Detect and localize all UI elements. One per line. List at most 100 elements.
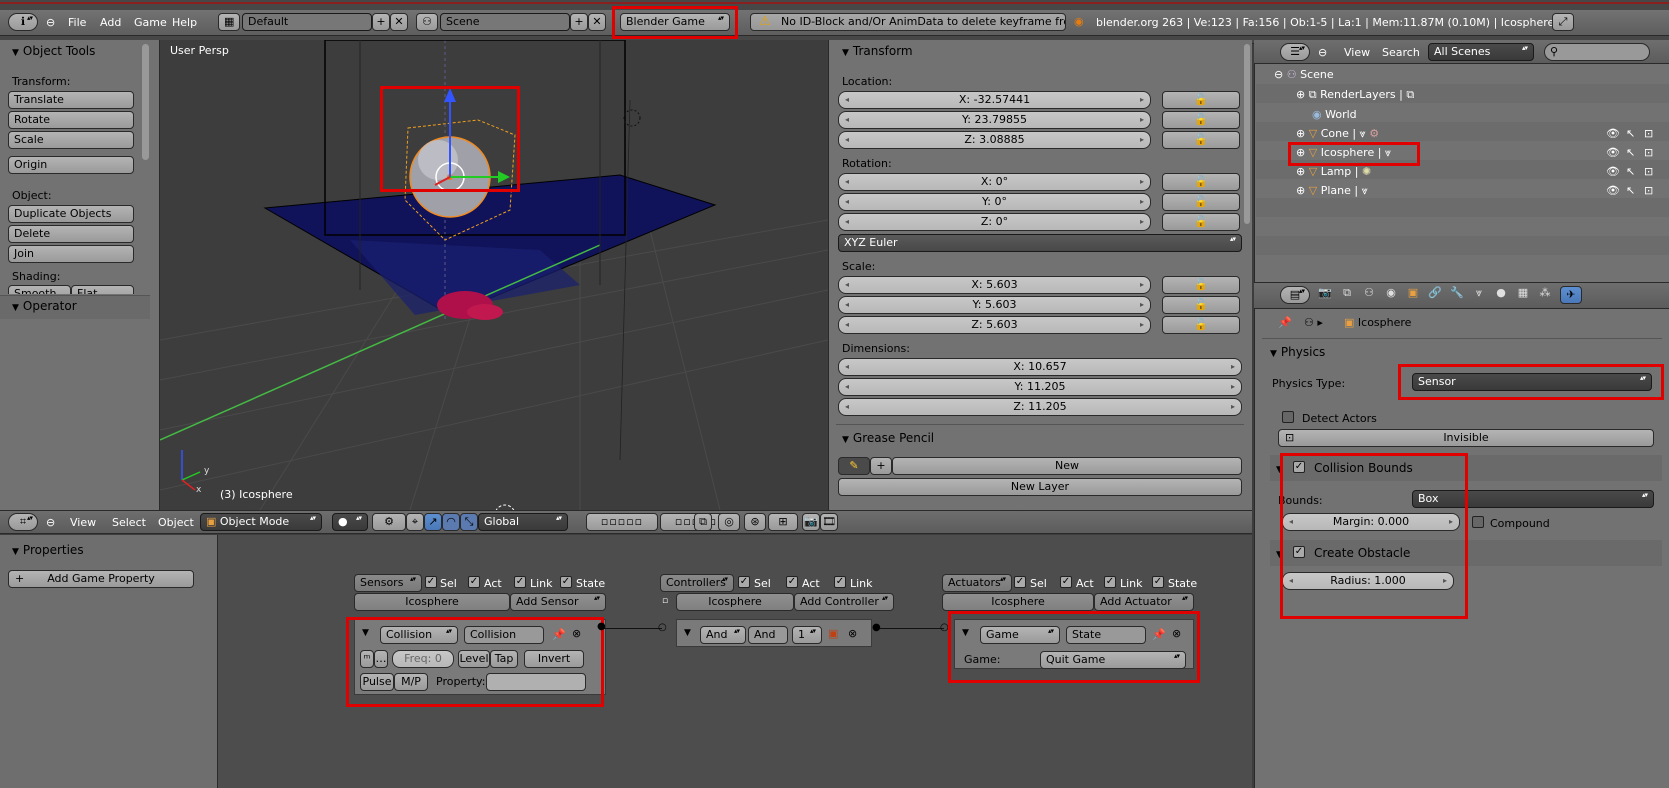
select-cursor-icon[interactable]: ↖ (1626, 146, 1635, 159)
mode-select[interactable]: ▣ Object Mode (200, 513, 322, 531)
controller-state-select[interactable]: 1 (792, 626, 822, 644)
menu-game[interactable]: Game (134, 16, 167, 29)
actuator-game-select[interactable]: Quit Game (1040, 651, 1186, 669)
sensors-menu[interactable]: Sensors (354, 574, 422, 592)
layout-add-button[interactable]: + (372, 13, 390, 31)
sensor-pulse-true-icon[interactable]: ᵐ (360, 650, 374, 668)
translate-manipulator-icon[interactable]: ↗ (424, 513, 442, 531)
scene-close-button[interactable]: ✕ (588, 13, 606, 31)
collapse-3d-menu-icon[interactable]: ⊖ (46, 516, 55, 529)
snap-toggle-icon[interactable]: ⊛ (744, 513, 766, 531)
controllers-object-label[interactable]: Icosphere (676, 593, 794, 611)
sensor-collapse-icon[interactable]: ▼ (362, 628, 369, 638)
controller-priority-icon[interactable]: ▣ (828, 627, 838, 640)
lock-scale-x-icon[interactable]: 🔓 (1162, 276, 1240, 294)
sensor-invert-button[interactable]: Invert (524, 650, 584, 668)
lock-location-z-icon[interactable]: 🔓 (1162, 131, 1240, 149)
sensor-level-button[interactable]: Level (458, 650, 490, 668)
scene-icon[interactable]: ⚇ (416, 13, 438, 31)
sensor-type-select[interactable]: Collision (380, 626, 458, 644)
data-tab-icon[interactable]: ⩔ (1472, 286, 1486, 300)
invisible-button[interactable]: ⊡ Invisible (1278, 429, 1654, 447)
controller-name-field[interactable]: And (748, 626, 788, 644)
translate-button[interactable]: Translate (8, 91, 134, 109)
world-tab-icon[interactable]: ◉ (1384, 286, 1398, 300)
scale-button[interactable]: Scale (8, 131, 134, 149)
controller-collapse-icon[interactable]: ▼ (684, 628, 691, 638)
outliner-item-scene[interactable]: ⊖ ⚇ Scene (1274, 68, 1334, 81)
scene-tab-icon[interactable]: ⚇ (1362, 286, 1376, 300)
scale-x-field[interactable]: ◂ X: 5.603 ▸ (838, 276, 1151, 294)
collision-bounds-header[interactable]: ▼ (1276, 461, 1287, 475)
sensors-object-label[interactable]: Icosphere (354, 593, 510, 611)
render-tab-icon[interactable]: 📷 (1318, 286, 1332, 300)
actuator-name-field[interactable]: State (1066, 626, 1146, 644)
render-opengl-icon[interactable]: 📷 (802, 513, 820, 531)
operator-header[interactable]: ▼ Operator (12, 299, 77, 313)
create-obstacle-checkbox[interactable]: ✓ (1293, 546, 1305, 558)
grease-pencil-header[interactable]: ▼ Grease Pencil (842, 431, 934, 445)
actuator-type-select[interactable]: Game (980, 626, 1060, 644)
texture-tab-icon[interactable]: ▦ (1516, 286, 1530, 300)
expand-icon[interactable]: ⊕ (1296, 165, 1309, 178)
delete-button[interactable]: Delete (8, 225, 134, 243)
sensor-link-socket[interactable]: ● (597, 621, 606, 632)
menu-add[interactable]: Add (100, 16, 121, 29)
render-camera-icon[interactable]: ⊡ (1644, 127, 1653, 140)
outliner-item-renderlayers[interactable]: ⊕ ⧉ RenderLayers | ⧉ (1296, 88, 1414, 102)
editor-type-3d-button[interactable]: ⌗ (8, 513, 38, 531)
sensor-pin-icon[interactable]: 📌 (552, 628, 566, 641)
actuators-sel-checkbox[interactable]: ✓ (1014, 576, 1026, 588)
actuators-link-checkbox[interactable]: ✓ (1104, 576, 1116, 588)
render-camera-icon[interactable]: ⊡ (1644, 146, 1653, 159)
breadcrumb-pin-icon[interactable]: 📌 (1278, 316, 1292, 329)
snap-element-icon[interactable]: ⊞ (768, 513, 798, 531)
margin-field[interactable]: ◂ Margin: 0.000 ▸ (1282, 513, 1460, 531)
proportional-edit-icon[interactable]: ◎ (718, 513, 740, 531)
expand-icon[interactable]: ⊕ (1296, 184, 1309, 197)
modifiers-tab-icon[interactable]: 🔧 (1450, 286, 1464, 300)
physics-tab-icon[interactable]: ✈ (1560, 286, 1582, 304)
create-obstacle-header[interactable]: ▼ (1276, 546, 1287, 560)
add-game-property-button[interactable]: + Add Game Property (8, 570, 194, 588)
render-engine-select[interactable]: Blender Game (620, 13, 730, 31)
editor-type-outliner-button[interactable]: ☰ (1280, 43, 1310, 61)
outliner-item-icosphere[interactable]: ⊕ ▽ Icosphere | ⩔ (1296, 146, 1391, 160)
join-button[interactable]: Join (8, 245, 134, 263)
sensor-tap-button[interactable]: Tap (490, 650, 518, 668)
location-z-field[interactable]: ◂ Z: 3.08885 ▸ (838, 131, 1151, 149)
select-cursor-icon[interactable]: ↖ (1626, 127, 1635, 140)
dimension-x-field[interactable]: ◂ X: 10.657 ▸ (838, 358, 1242, 376)
sensor-pulse-false-icon[interactable]: … (374, 650, 388, 668)
compound-checkbox[interactable] (1472, 516, 1484, 528)
outliner-menu-search[interactable]: Search (1382, 46, 1420, 59)
viewport-scene[interactable] (160, 40, 828, 510)
manipulator-toggle-icon[interactable]: ⌖ (406, 513, 424, 531)
lock-location-x-icon[interactable]: 🔓 (1162, 91, 1240, 109)
scale-z-field[interactable]: ◂ Z: 5.603 ▸ (838, 316, 1151, 334)
render-animation-icon[interactable]: 🎞 (820, 513, 838, 531)
select-cursor-icon[interactable]: ↖ (1626, 165, 1635, 178)
collapse-icon[interactable]: ⊖ (1274, 68, 1287, 81)
object-tools-header[interactable]: ▼ Object Tools (12, 44, 95, 58)
select-cursor-icon[interactable]: ↖ (1626, 184, 1635, 197)
shading-mode-select[interactable]: ● (332, 513, 368, 531)
3d-viewport[interactable]: User Persp x y (3) Icosphere (160, 40, 828, 510)
scale-manipulator-icon[interactable]: ⤡ (460, 513, 478, 531)
outliner-item-cone[interactable]: ⊕ ▽ Cone | ⩔ ⚙ (1296, 127, 1379, 141)
rotation-z-field[interactable]: ◂ Z: 0° ▸ (838, 213, 1151, 231)
menu-select[interactable]: Select (112, 516, 146, 529)
actuator-pin-icon[interactable]: 📌 (1152, 628, 1166, 641)
rotation-y-field[interactable]: ◂ Y: 0° ▸ (838, 193, 1151, 211)
controllers-sel-checkbox[interactable]: ✓ (738, 576, 750, 588)
bounds-select[interactable]: Box (1412, 490, 1654, 508)
actuators-state-checkbox[interactable]: ✓ (1152, 576, 1164, 588)
material-tab-icon[interactable]: ● (1494, 286, 1508, 300)
controller-type-select[interactable]: And (700, 626, 746, 644)
rotation-x-field[interactable]: ◂ X: 0° ▸ (838, 173, 1151, 191)
layout-field[interactable]: Default (242, 13, 372, 31)
sensors-link-checkbox[interactable]: ✓ (514, 576, 526, 588)
detect-actors-checkbox[interactable] (1282, 411, 1294, 423)
visibility-eye-icon[interactable]: 👁 (1606, 165, 1620, 178)
rotate-button[interactable]: Rotate (8, 111, 134, 129)
